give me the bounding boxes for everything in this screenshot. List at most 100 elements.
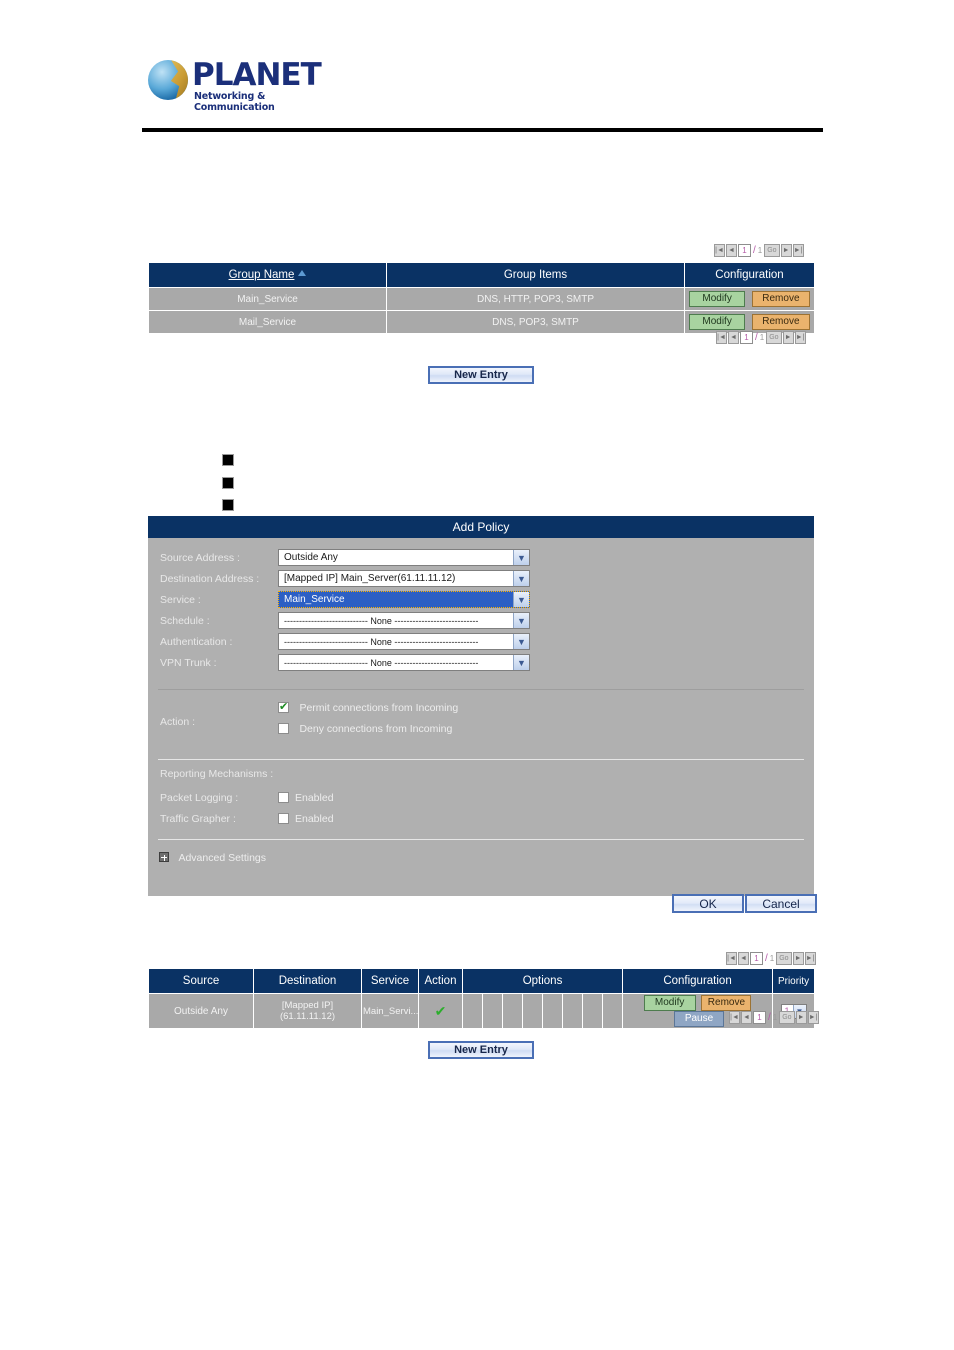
vpn-trunk-select[interactable]: ---------------------------- None ------…: [278, 654, 530, 671]
planet-globe-icon: [148, 60, 188, 100]
authentication-select[interactable]: ---------------------------- None ------…: [278, 633, 530, 650]
service-group-pager-bottom[interactable]: |◄ ◄ 1 / 1 Go ► ►|: [716, 331, 806, 344]
new-entry-button-policy[interactable]: New Entry: [428, 1041, 534, 1059]
advanced-settings-toggle[interactable]: Advanced Settings: [148, 840, 814, 866]
brand-tagline: Networking & Communication: [194, 91, 275, 113]
service-value: Main_Service: [284, 594, 345, 605]
service-select[interactable]: Main_Service ▼: [278, 591, 530, 608]
cell-option: [601, 993, 624, 1029]
prev-page-icon[interactable]: ◄: [741, 1011, 752, 1024]
packet-logging-checkbox[interactable]: [278, 792, 289, 803]
reporting-row-traffic-grapher: Traffic Grapher : Enabled: [160, 808, 814, 829]
field-row-schedule: Schedule : ---------------------------- …: [148, 610, 814, 631]
last-page-icon[interactable]: ►|: [807, 1011, 819, 1024]
deny-checkbox[interactable]: [278, 723, 289, 734]
last-page-icon[interactable]: ►|: [804, 952, 816, 965]
table-header-row: Group Name Group Items Configuration: [148, 262, 815, 288]
cell-group-items: DNS, HTTP, POP3, SMTP: [386, 287, 685, 311]
cell-service: Main_Servi...: [361, 993, 419, 1029]
traffic-grapher-checkbox[interactable]: [278, 813, 289, 824]
chevron-down-icon[interactable]: ▼: [513, 634, 529, 649]
first-page-icon[interactable]: |◄: [729, 1011, 740, 1024]
pager-total-pages: 1: [757, 246, 763, 255]
schedule-select[interactable]: ---------------------------- None ------…: [278, 612, 530, 629]
remove-button[interactable]: Remove: [751, 291, 810, 307]
table-row: Main_Service DNS, HTTP, POP3, SMTP Modif…: [148, 287, 815, 311]
pager-separator: /: [753, 245, 756, 256]
permit-checkbox[interactable]: [278, 700, 289, 713]
modify-button[interactable]: Modify: [643, 995, 696, 1011]
go-button[interactable]: Go: [776, 952, 792, 965]
first-page-icon[interactable]: |◄: [714, 244, 725, 257]
chevron-down-icon[interactable]: ▼: [513, 613, 529, 628]
policy-pager-top[interactable]: |◄ ◄ 1 / 1 Go ► ►|: [726, 952, 816, 965]
schedule-value: ---------------------------- None ------…: [284, 615, 479, 626]
go-button[interactable]: Go: [779, 1011, 795, 1024]
bullet-marker: [222, 477, 234, 489]
service-group-pager-top[interactable]: |◄ ◄ 1 / 1 Go ► ►|: [714, 244, 804, 257]
go-button[interactable]: Go: [764, 244, 780, 257]
last-page-icon[interactable]: ►|: [792, 244, 804, 257]
header-divider: [142, 128, 823, 132]
column-header-group-name[interactable]: Group Name: [148, 262, 387, 288]
next-page-icon[interactable]: ►: [792, 952, 804, 965]
modify-button[interactable]: Modify: [689, 291, 746, 307]
chevron-down-icon[interactable]: ▼: [513, 571, 529, 586]
policy-pager-bottom[interactable]: |◄ ◄ 1 / 1 Go ► ►|: [729, 1011, 819, 1024]
label-schedule: Schedule :: [160, 614, 210, 627]
chevron-down-icon[interactable]: ▼: [513, 655, 529, 670]
prev-page-icon[interactable]: ◄: [738, 952, 749, 965]
modify-button[interactable]: Modify: [689, 314, 746, 330]
new-entry-button-service-group[interactable]: New Entry: [428, 366, 534, 384]
column-header-source: Source: [148, 968, 254, 994]
remove-button[interactable]: Remove: [751, 314, 810, 330]
next-page-icon[interactable]: ►: [782, 331, 794, 344]
action-option-permit[interactable]: Permit connections from Incoming: [278, 698, 458, 719]
cell-configuration: Modify Remove: [684, 287, 815, 311]
field-row-vpn-trunk: VPN Trunk : ----------------------------…: [148, 652, 814, 673]
prev-page-icon[interactable]: ◄: [726, 244, 737, 257]
label-source-address: Source Address :: [160, 551, 240, 564]
authentication-value: ---------------------------- None ------…: [284, 636, 479, 647]
remove-button[interactable]: Remove: [701, 995, 752, 1011]
first-page-icon[interactable]: |◄: [716, 331, 727, 344]
group-name-sort-link[interactable]: Group Name: [229, 269, 295, 281]
deny-label: Deny connections from Incoming: [299, 723, 453, 735]
chevron-down-icon[interactable]: ▼: [513, 550, 529, 565]
ok-button[interactable]: OK: [672, 894, 744, 913]
add-policy-panel: Add Policy Source Address : Outside Any …: [148, 516, 814, 896]
next-page-icon[interactable]: ►: [780, 244, 792, 257]
sort-ascending-icon[interactable]: [298, 270, 307, 276]
chevron-down-icon[interactable]: ▼: [513, 592, 529, 607]
service-group-table: Group Name Group Items Configuration Mai…: [148, 262, 815, 334]
cell-group-name: Main_Service: [148, 287, 387, 311]
label-reporting-mechanisms: Reporting Mechanisms :: [160, 768, 274, 780]
label-service: Service :: [160, 593, 201, 606]
next-page-icon[interactable]: ►: [795, 1011, 807, 1024]
prev-page-icon[interactable]: ◄: [728, 331, 739, 344]
add-policy-title: Add Policy: [148, 516, 814, 538]
cell-destination: [Mapped IP](61.11.11.12): [253, 993, 362, 1029]
field-row-authentication: Authentication : -----------------------…: [148, 631, 814, 652]
go-button[interactable]: Go: [766, 331, 782, 344]
cancel-button[interactable]: Cancel: [745, 894, 817, 913]
page-number-input[interactable]: 1: [750, 952, 763, 965]
first-page-icon[interactable]: |◄: [726, 952, 737, 965]
source-address-select[interactable]: Outside Any ▼: [278, 549, 530, 566]
column-header-group-items: Group Items: [386, 262, 685, 288]
cell-option: [582, 993, 603, 1029]
expand-plus-icon[interactable]: [159, 852, 169, 862]
cell-option: [482, 993, 503, 1029]
destination-address-select[interactable]: [Mapped IP] Main_Server(61.11.11.12) ▼: [278, 570, 530, 587]
column-header-action: Action: [418, 968, 463, 994]
column-header-options: Options: [461, 968, 624, 994]
pause-button[interactable]: Pause: [674, 1011, 725, 1027]
page-number-input[interactable]: 1: [738, 244, 751, 257]
column-header-priority: Priority: [772, 968, 816, 994]
page-number-input[interactable]: 1: [753, 1011, 766, 1024]
field-row-source-address: Source Address : Outside Any ▼: [148, 547, 814, 568]
last-page-icon[interactable]: ►|: [794, 331, 806, 344]
action-option-deny[interactable]: Deny connections from Incoming: [278, 719, 458, 740]
table-row: Outside Any [Mapped IP](61.11.11.12) Mai…: [148, 993, 816, 1029]
page-number-input[interactable]: 1: [740, 331, 753, 344]
